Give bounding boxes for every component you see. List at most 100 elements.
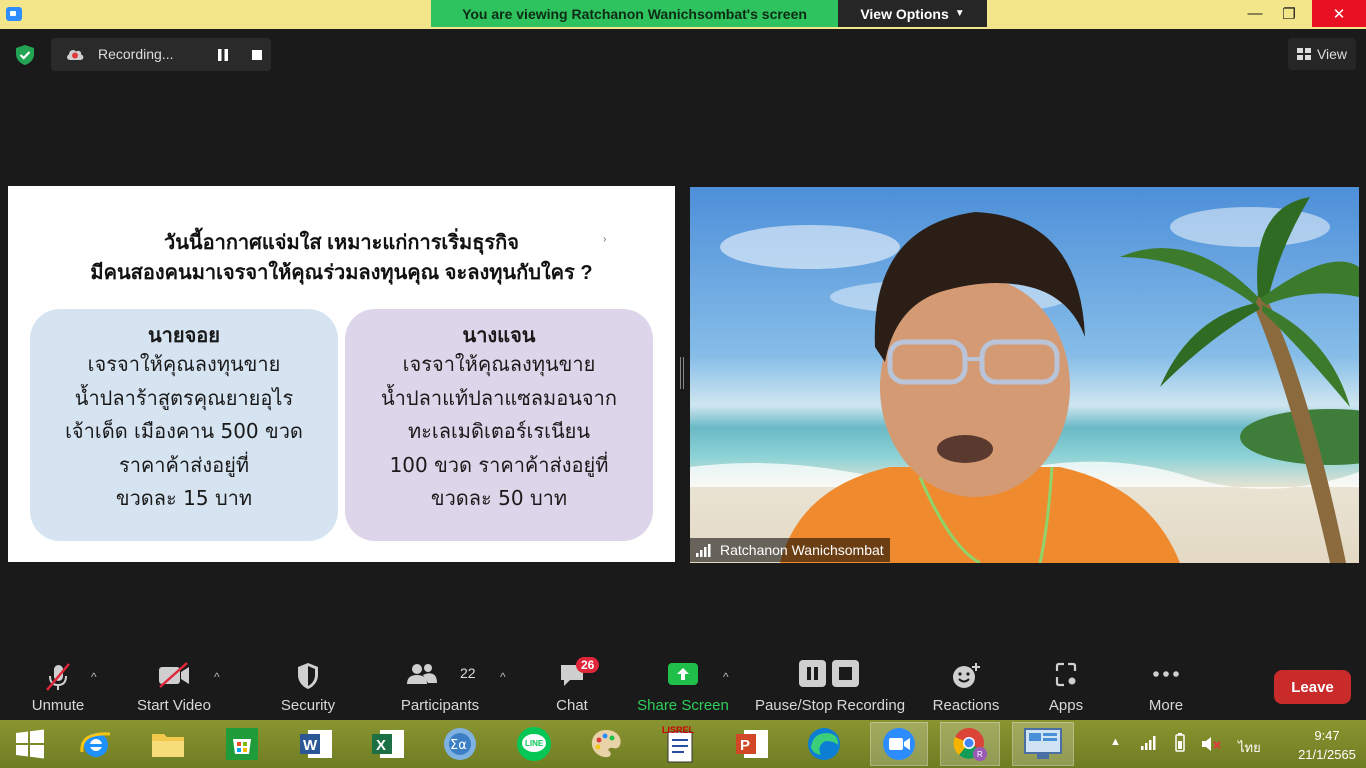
svg-text:X: X (376, 737, 386, 754)
input-language-indicator[interactable]: ไทย (1238, 737, 1261, 758)
powerpoint-glyph: P (736, 730, 768, 758)
card-person-name: นายจอย (147, 323, 221, 347)
palette-glyph (591, 730, 621, 758)
start-video-label: Start Video (137, 697, 211, 714)
share-screen-label: Share Screen (637, 697, 729, 714)
option-card-left: นายจอย เจรจาให้คุณลงทุนขาย น้ำปลาร้าสูตร… (30, 309, 338, 541)
view-options-button[interactable]: View Options ▼ (838, 0, 987, 27)
svg-text:LISREL: LISREL (662, 725, 695, 735)
card-text-line: เจรจาให้คุณลงทุนขาย (402, 352, 596, 376)
start-video-button[interactable]: Start Video (132, 650, 216, 720)
card-text-line: ราคาค้าส่งอยู่ที่ (118, 452, 250, 477)
split-view-resize-handle[interactable] (680, 357, 684, 389)
chrome-browser-icon[interactable]: R (940, 722, 1000, 766)
participant-name: Ratchanon Wanichsombat (720, 542, 884, 558)
pause-stop-recording-button[interactable]: Pause/Stop Recording (752, 650, 908, 720)
store-glyph (226, 728, 258, 760)
clock-date: 21/1/2565 (1298, 747, 1356, 762)
pause-icon (218, 49, 228, 61)
participant-name-label: Ratchanon Wanichsombat (690, 538, 890, 562)
taskbar-clock[interactable]: 9:47 21/1/2565 (1288, 726, 1366, 764)
audio-options-chevron-icon[interactable]: ^ (91, 670, 97, 684)
microsoft-word-icon[interactable]: W (296, 724, 336, 764)
slide-question-line2: มีคนสองคนมาเจรจาให้คุณร่วมลงทุนคุณ จะลงท… (90, 262, 593, 284)
encryption-shield-icon[interactable] (14, 44, 36, 66)
microsoft-excel-icon[interactable]: X (368, 724, 408, 764)
title-bar: You are viewing Ratchanon Wanichsombat's… (0, 0, 1366, 29)
video-feed-image (690, 197, 1359, 563)
recording-indicator: Recording... (51, 38, 271, 71)
line-app-icon[interactable]: LINE (514, 724, 554, 764)
powerpoint-icon[interactable]: P (732, 724, 772, 764)
microsoft-store-icon[interactable] (222, 724, 262, 764)
video-camera-off-icon (159, 662, 189, 688)
minimize-button[interactable]: — (1236, 0, 1274, 27)
apps-button[interactable]: Apps (1036, 650, 1096, 720)
paint-app-icon[interactable] (586, 724, 626, 764)
edge-glyph (808, 728, 840, 760)
card-text-line: 100 ขวด ราคาค้าส่งอยู่ที่ (389, 452, 609, 477)
video-options-chevron-icon[interactable]: ^ (214, 670, 220, 684)
participants-options-chevron-icon[interactable]: ^ (500, 670, 506, 684)
stop-recording-button[interactable] (245, 45, 269, 65)
math-glyph: Σα (444, 728, 476, 760)
battery-plug-icon[interactable] (1170, 733, 1190, 753)
more-button[interactable]: More (1136, 650, 1196, 720)
svg-text:P: P (740, 737, 750, 754)
card-text-line: ขวดละ 15 บาท (115, 486, 253, 510)
speaker-muted-icon[interactable] (1200, 735, 1222, 753)
svg-text:Σα: Σα (450, 738, 467, 753)
viewing-screen-banner: You are viewing Ratchanon Wanichsombat's… (431, 0, 838, 27)
leave-button[interactable]: Leave (1274, 670, 1351, 704)
windows-start-icon[interactable] (10, 724, 50, 764)
chat-unread-badge: 26 (576, 657, 600, 673)
zoom-glyph (883, 728, 915, 760)
chevron-down-icon: ▼ (954, 8, 965, 19)
lisrel-glyph: LISREL (662, 725, 695, 763)
word-glyph: W (300, 730, 332, 758)
emoji-reaction-icon (953, 663, 980, 688)
ie-glyph (80, 732, 111, 757)
card-person-name: นางแจน (462, 323, 536, 347)
reactions-label: Reactions (932, 697, 1000, 714)
unmute-label: Unmute (31, 697, 85, 714)
internet-explorer-icon[interactable] (76, 724, 116, 764)
pause-stop-recording-label: Pause/Stop Recording (754, 697, 906, 714)
card-text-line: ขวดละ 50 บาท (430, 486, 568, 510)
share-screen-button[interactable]: Share Screen (636, 650, 730, 720)
share-screen-arrow-icon (668, 663, 698, 685)
view-layout-button[interactable]: View (1288, 38, 1356, 70)
share-options-chevron-icon[interactable]: ^ (723, 670, 729, 684)
math-input-icon[interactable]: Σα (440, 724, 480, 764)
unmute-button[interactable]: Unmute (22, 650, 94, 720)
card-text-line: น้ำปลาแท้ปลาแซลมอนจาก (381, 385, 617, 410)
excel-glyph: X (372, 730, 404, 758)
card-text-line: เจ้าเด็ด เมืองคาน 500 ขวด (65, 419, 303, 443)
participant-video-tile[interactable]: Ratchanon Wanichsombat (690, 187, 1359, 563)
svg-text:LINE: LINE (525, 739, 544, 748)
file-explorer-icon[interactable] (148, 724, 188, 764)
option-card-right: นางแจน เจรจาให้คุณลงทุนขาย น้ำปลาแท้ปลาแ… (345, 309, 653, 541)
more-dots-icon (1153, 671, 1179, 677)
remote-desktop-icon[interactable] (1012, 722, 1074, 766)
participants-label: Participants (400, 697, 480, 714)
security-button[interactable]: Security (272, 650, 344, 720)
card-text-line: เจรจาให้คุณลงทุนขาย (87, 352, 281, 376)
edge-browser-icon[interactable] (804, 724, 844, 764)
maximize-button[interactable]: ❐ (1270, 0, 1308, 27)
security-label: Security (280, 697, 336, 714)
network-signal-icon[interactable] (1140, 735, 1156, 751)
pause-recording-button[interactable] (211, 45, 235, 65)
zoom-app-icon[interactable] (870, 722, 928, 766)
chrome-glyph: R (953, 728, 987, 761)
cursor-mark-icon: › (603, 234, 607, 245)
reactions-button[interactable]: Reactions (928, 650, 1004, 720)
lisrel-app-icon[interactable]: LISREL (660, 724, 700, 764)
apps-label: Apps (1048, 697, 1084, 714)
show-hidden-icons-chevron-icon[interactable]: ▲ (1110, 736, 1121, 748)
close-button[interactable]: ✕ (1312, 0, 1366, 27)
participants-button[interactable]: 22 Participants (396, 650, 484, 720)
slide-question-line1: วันนี้อากาศแจ่มใส เหมาะแก่การเริ่มธุรกิจ (164, 232, 519, 254)
apps-icon (1055, 662, 1077, 687)
svg-text:R: R (977, 750, 983, 759)
